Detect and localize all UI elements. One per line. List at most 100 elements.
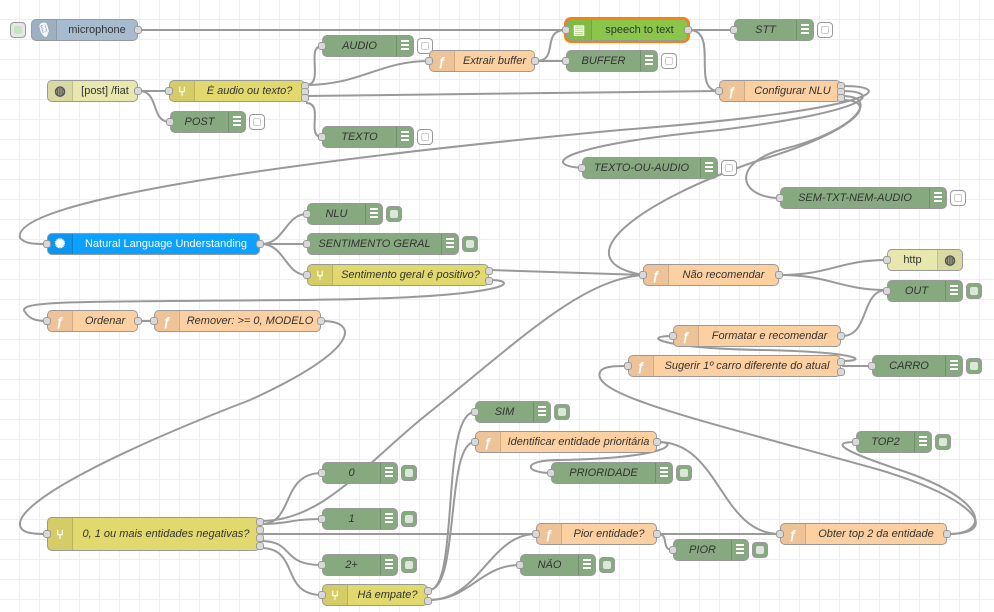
input-port[interactable]	[43, 240, 51, 248]
debug-node-nlu[interactable]: NLU	[303, 203, 402, 225]
function-node-ordenar[interactable]: ƒ Ordenar	[43, 310, 142, 332]
input-port[interactable]	[318, 591, 326, 599]
output-port[interactable]	[837, 332, 845, 340]
microphone-node[interactable]: 🎙 microphone	[10, 19, 142, 41]
debug-toggle[interactable]	[249, 114, 265, 130]
debug-node-zero[interactable]: 0	[318, 462, 417, 484]
output-port[interactable]	[531, 57, 539, 65]
debug-node-buffer[interactable]: BUFFER	[562, 50, 677, 72]
debug-toggle[interactable]	[462, 236, 478, 252]
output-port[interactable]	[653, 530, 661, 538]
input-port[interactable]	[730, 26, 738, 34]
output-port[interactable]	[256, 526, 264, 534]
microphone-toggle-button[interactable]	[10, 22, 26, 38]
input-port[interactable]	[883, 256, 891, 264]
function-node-obter-top2[interactable]: ƒ Obter top 2 da entidade	[776, 523, 951, 545]
input-port[interactable]	[425, 57, 433, 65]
nlu-node[interactable]: ✺ Natural Language Understanding	[43, 233, 264, 255]
output-port[interactable]	[943, 530, 951, 538]
debug-toggle[interactable]	[401, 511, 417, 527]
debug-toggle[interactable]	[417, 129, 433, 145]
debug-node-one[interactable]: 1	[318, 508, 417, 530]
debug-toggle[interactable]	[817, 22, 833, 38]
output-port[interactable]	[837, 94, 845, 102]
debug-node-out[interactable]: OUT	[883, 280, 982, 302]
debug-node-sem-txt-nem-audio[interactable]: SEM-TXT-NEM-AUDIO	[776, 187, 966, 209]
input-port[interactable]	[318, 133, 326, 141]
debug-toggle[interactable]	[661, 53, 677, 69]
output-port[interactable]	[134, 26, 142, 34]
debug-node-audio[interactable]: AUDIO	[318, 35, 433, 57]
debug-toggle[interactable]	[401, 557, 417, 573]
output-port[interactable]	[256, 240, 264, 248]
debug-node-sentimento-geral[interactable]: SENTIMENTO GERAL	[303, 233, 478, 255]
output-port[interactable]	[485, 277, 493, 285]
output-port[interactable]	[684, 26, 692, 34]
debug-toggle[interactable]	[752, 542, 768, 558]
switch-node-ha-empate[interactable]: ⑂ Há empate?	[318, 584, 432, 606]
output-port[interactable]	[485, 267, 493, 275]
input-port[interactable]	[516, 561, 524, 569]
debug-node-carro[interactable]: CARRO	[868, 355, 982, 377]
function-node-formatar-recomendar[interactable]: ƒ Formatar e recomendar	[669, 325, 845, 347]
input-port[interactable]	[166, 118, 174, 126]
input-port[interactable]	[471, 408, 479, 416]
input-port[interactable]	[562, 57, 570, 65]
output-port[interactable]	[301, 94, 309, 102]
function-node-extrair-buffer[interactable]: ƒ Extrair buffer	[425, 50, 539, 72]
debug-toggle[interactable]	[950, 190, 966, 206]
input-port[interactable]	[868, 362, 876, 370]
debug-toggle[interactable]	[401, 465, 417, 481]
speech-to-text-node[interactable]: ▤ speech to text	[562, 19, 692, 41]
debug-toggle[interactable]	[554, 404, 570, 420]
output-port[interactable]	[424, 597, 432, 605]
output-port[interactable]	[134, 317, 142, 325]
input-port[interactable]	[318, 469, 326, 477]
input-port[interactable]	[532, 530, 540, 538]
input-port[interactable]	[318, 561, 326, 569]
input-port[interactable]	[562, 26, 570, 34]
debug-node-texto[interactable]: TEXTO	[318, 126, 433, 148]
input-port[interactable]	[578, 164, 586, 172]
http-response-node[interactable]: http ◍	[883, 249, 963, 271]
function-node-remover[interactable]: ƒ Remover: >= 0, MODELO	[150, 310, 325, 332]
debug-node-texto-ou-audio[interactable]: TEXTO-OU-AUDIO	[578, 157, 737, 179]
output-port[interactable]	[653, 438, 661, 446]
output-port[interactable]	[256, 534, 264, 542]
input-port[interactable]	[43, 317, 51, 325]
function-node-pior-entidade[interactable]: ƒ Pior entidade?	[532, 523, 661, 545]
debug-node-nao[interactable]: NÃO	[516, 554, 615, 576]
debug-toggle[interactable]	[676, 465, 692, 481]
input-port[interactable]	[318, 515, 326, 523]
debug-toggle[interactable]	[721, 160, 737, 176]
switch-node-entidades-negativas[interactable]: ⑂ 0, 1 ou mais entidades negativas?	[43, 517, 264, 551]
switch-node-audio-ou-texto[interactable]: ⑂ É audio ou texto?	[165, 80, 309, 102]
input-port[interactable]	[303, 240, 311, 248]
input-port[interactable]	[471, 438, 479, 446]
input-port[interactable]	[303, 271, 311, 279]
output-port[interactable]	[256, 542, 264, 550]
debug-toggle[interactable]	[386, 206, 402, 222]
function-node-configurar-nlu[interactable]: ƒ Configurar NLU	[715, 80, 845, 102]
debug-toggle[interactable]	[966, 358, 982, 374]
input-port[interactable]	[639, 271, 647, 279]
output-port[interactable]	[317, 317, 325, 325]
debug-toggle[interactable]	[599, 557, 615, 573]
function-node-identificar-entidade[interactable]: ƒ Identificar entidade prioritária	[471, 431, 661, 453]
debug-node-prioridade[interactable]: PRIORIDADE	[547, 462, 692, 484]
output-port[interactable]	[256, 518, 264, 526]
input-port[interactable]	[883, 287, 891, 295]
debug-node-stt[interactable]: STT	[730, 19, 833, 41]
debug-toggle[interactable]	[966, 283, 982, 299]
input-port[interactable]	[669, 546, 677, 554]
debug-node-sim[interactable]: SIM	[471, 401, 570, 423]
output-port[interactable]	[134, 87, 142, 95]
input-port[interactable]	[852, 438, 860, 446]
input-port[interactable]	[165, 87, 173, 95]
input-port[interactable]	[43, 530, 51, 538]
input-port[interactable]	[547, 469, 555, 477]
output-port[interactable]	[424, 587, 432, 595]
debug-toggle[interactable]	[935, 434, 951, 450]
output-port[interactable]	[775, 271, 783, 279]
debug-node-top2[interactable]: TOP2	[852, 431, 951, 453]
